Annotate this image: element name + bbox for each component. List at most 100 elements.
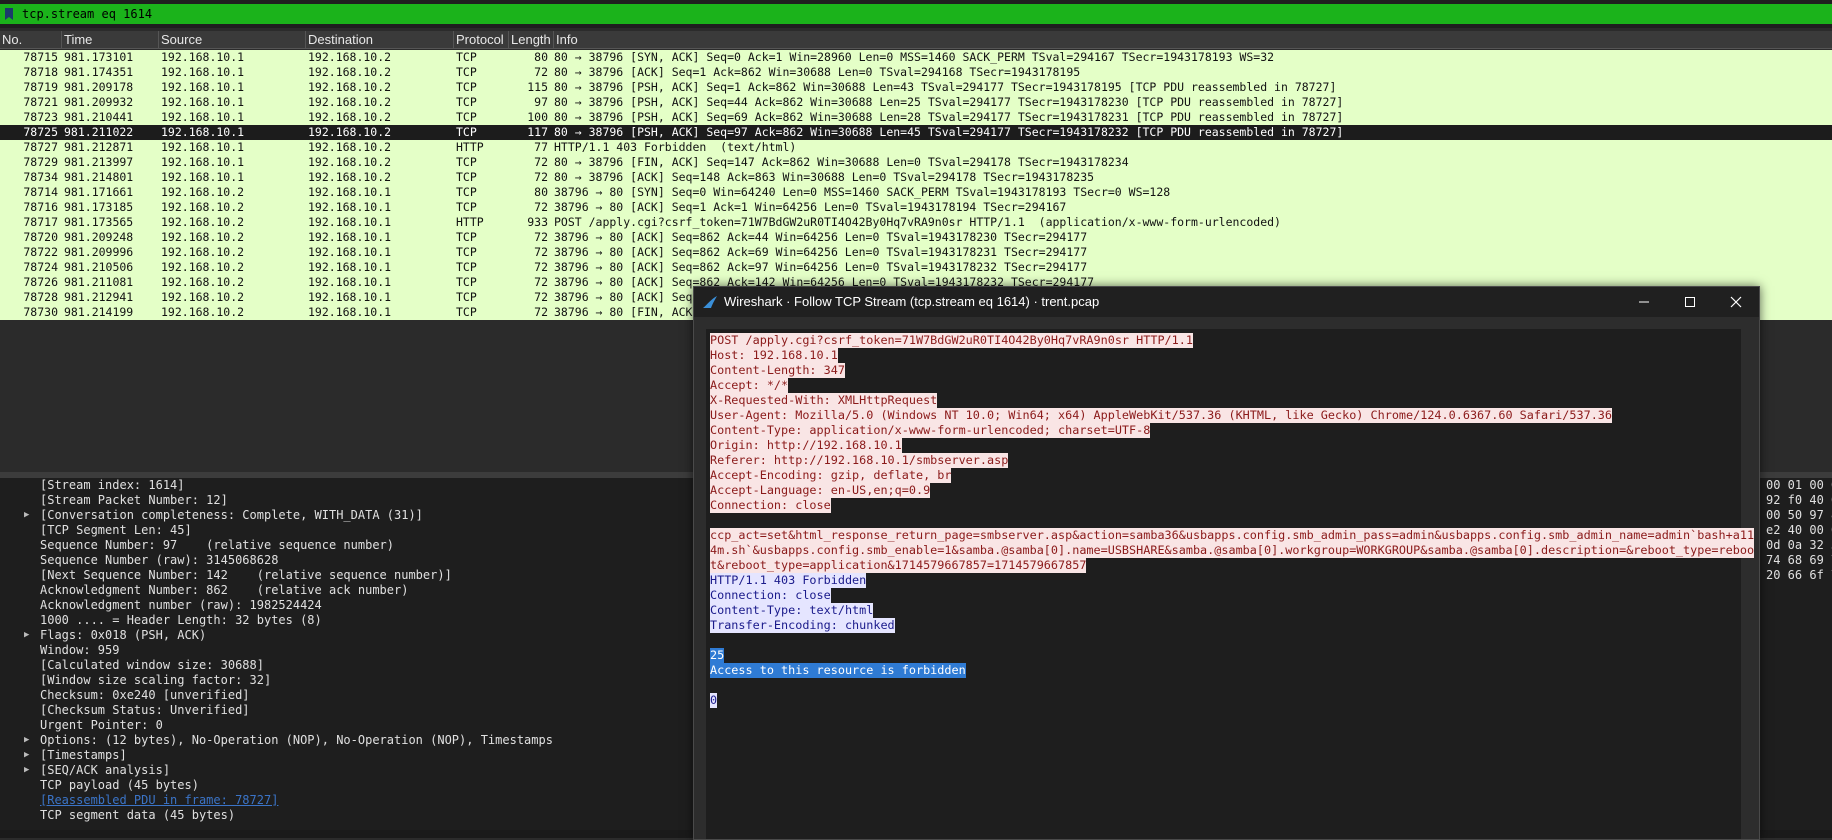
packet-cell-time: 981.209932 [64,95,134,109]
packet-cell-dst: 192.168.10.1 [308,305,392,319]
stream-content[interactable]: POST /apply.cgi?csrf_token=71W7BdGW2uR0T… [706,329,1755,839]
packet-row[interactable]: 78723 981.210441 192.168.10.1 192.168.10.2 T… [0,110,1832,125]
packet-row[interactable]: 78720 981.209248 192.168.10.2 192.168.10.1 T… [0,230,1832,245]
column-header-protocol[interactable]: Protocol [454,31,509,48]
expand-arrow-icon[interactable]: ▶ [24,628,29,643]
packet-cell-len: 72 [534,245,548,259]
detail-field: 1000 .... = Header Length: 32 bytes (8) [40,613,322,628]
expand-arrow-icon[interactable]: ▶ [24,763,29,778]
packet-cell-no: 78721 [23,95,58,109]
packet-cell-len: 72 [534,155,548,169]
packet-cell-dst: 192.168.10.2 [308,155,392,169]
detail-text: [Checksum Status: Unverified] [40,703,250,717]
packet-cell-proto: TCP [456,200,477,214]
hex-row: 0d 0a 32 3 [1766,538,1832,552]
packet-list[interactable]: 78715 981.173101 192.168.10.1 192.168.10.2 T… [0,49,1832,320]
detail-text: [Calculated window size: 30688] [40,658,264,672]
column-header-source[interactable]: Source [159,31,306,48]
packet-cell-no: 78730 [23,305,58,319]
detail-text: [Timestamps] [40,748,127,762]
column-header-info[interactable]: Info [554,31,1832,48]
packet-cell-time: 981.213997 [64,155,134,169]
packet-cell-time: 981.212871 [64,140,134,154]
packet-cell-proto: TCP [456,290,477,304]
client-stream-line: Accept-Encoding: gzip, deflate, br [710,468,952,483]
bookmark-icon[interactable] [2,5,16,23]
packet-cell-proto: TCP [456,275,477,289]
packet-cell-len: 80 [534,185,548,199]
maximize-button[interactable] [1667,287,1713,317]
detail-field[interactable]: ▶ [Timestamps] [24,748,127,763]
reassembled-pdu-link[interactable]: [Reassembled PDU in frame: 78727] [40,793,278,808]
packet-cell-len: 115 [527,80,548,94]
packet-cell-info: 38796 → 80 [ACK] Seq=862 Ack=97 Win=6425… [554,260,1088,274]
column-header-destination[interactable]: Destination [306,31,454,48]
expand-arrow-icon[interactable]: ▶ [24,748,29,763]
packet-cell-no: 78719 [23,80,58,94]
packet-cell-dst: 192.168.10.1 [308,185,392,199]
expand-arrow-icon[interactable]: ▶ [24,508,29,523]
column-header-time[interactable]: Time [62,31,159,48]
packet-cell-time: 981.209178 [64,80,134,94]
detail-text: Checksum: 0xe240 [unverified] [40,688,250,702]
packet-cell-src: 192.168.10.2 [161,245,245,259]
detail-field[interactable]: ▶ Flags: 0x018 (PSH, ACK) [24,628,207,643]
packet-cell-info: 38796 → 80 [ACK] Seq=862 Ack=69 Win=6425… [554,245,1088,259]
detail-text: TCP payload (45 bytes) [40,778,199,792]
minimize-icon [1639,301,1649,303]
packet-cell-dst: 192.168.10.1 [308,275,392,289]
minimize-button[interactable] [1621,287,1667,317]
packet-row[interactable]: 78727 981.212871 192.168.10.1 192.168.10.2 H… [0,140,1832,155]
detail-field: Urgent Pointer: 0 [40,718,163,733]
packet-cell-time: 981.173101 [64,50,134,64]
packet-bytes-pane[interactable]: 00 01 00 0 92 f0 40 0 00 50 97 8 e2 40 00 0… [1757,478,1832,838]
packet-cell-dst: 192.168.10.2 [308,140,392,154]
detail-field[interactable]: ▶ [SEQ/ACK analysis] [24,763,170,778]
packet-row[interactable]: 78718 981.174351 192.168.10.1 192.168.10.2 T… [0,65,1832,80]
detail-field: [TCP Segment Len: 45] [40,523,192,538]
detail-text: [Stream index: 1614] [40,478,185,492]
packet-row-selected[interactable]: 78725 981.211022 192.168.10.1 192.168.10.2 T… [0,125,1832,140]
packet-row[interactable]: 78722 981.209996 192.168.10.2 192.168.10.1 T… [0,245,1832,260]
detail-field[interactable]: ▶ Options: (12 bytes), No-Operation (NOP)… [24,733,553,748]
detail-text: [Next Sequence Number: 142 (relative seq… [40,568,452,582]
packet-cell-time: 981.211022 [64,125,134,139]
detail-field[interactable]: ▶ [Conversation completeness: Complete, W… [24,508,423,523]
packet-cell-time: 981.209248 [64,230,134,244]
packet-cell-dst: 192.168.10.1 [308,230,392,244]
packet-cell-len: 97 [534,95,548,109]
column-header-length[interactable]: Length [509,31,554,48]
detail-text: TCP segment data (45 bytes) [40,808,236,822]
close-button[interactable] [1713,287,1759,317]
packet-row[interactable]: 78717 981.173565 192.168.10.2 192.168.10.1 H… [0,215,1832,230]
packet-cell-proto: TCP [456,230,477,244]
packet-row[interactable]: 78729 981.213997 192.168.10.1 192.168.10.2 T… [0,155,1832,170]
packet-cell-no: 78729 [23,155,58,169]
dialog-titlebar[interactable]: Wireshark · Follow TCP Stream (tcp.strea… [694,287,1759,317]
hex-row: 00 50 97 8 [1766,508,1832,522]
packet-row[interactable]: 78719 981.209178 192.168.10.1 192.168.10.2 T… [0,80,1832,95]
packet-row[interactable]: 78721 981.209932 192.168.10.1 192.168.10.2 T… [0,95,1832,110]
packet-cell-no: 78716 [23,200,58,214]
packet-row[interactable]: 78716 981.173185 192.168.10.2 192.168.10.1 T… [0,200,1832,215]
packet-cell-info: 80 → 38796 [PSH, ACK] Seq=69 Ack=862 Win… [554,110,1344,124]
packet-row[interactable]: 78715 981.173101 192.168.10.1 192.168.10.2 T… [0,50,1832,65]
detail-text: Flags: 0x018 (PSH, ACK) [40,628,207,642]
close-icon [1730,296,1742,308]
column-header-no[interactable]: No. [0,31,62,48]
packet-row[interactable]: 78724 981.210506 192.168.10.2 192.168.10.1 T… [0,260,1832,275]
packet-cell-len: 117 [527,125,548,139]
packet-cell-dst: 192.168.10.2 [308,80,392,94]
packet-cell-proto: TCP [456,170,477,184]
packet-row[interactable]: 78734 981.214801 192.168.10.1 192.168.10.2 T… [0,170,1832,185]
packet-cell-src: 192.168.10.1 [161,95,245,109]
server-stream-line: 25 [710,648,725,663]
packet-cell-info: 80 → 38796 [PSH, ACK] Seq=44 Ack=862 Win… [554,95,1344,109]
detail-field: Sequence Number (raw): 3145068628 [40,553,278,568]
packet-cell-dst: 192.168.10.1 [308,215,392,229]
packet-cell-len: 72 [534,230,548,244]
display-filter-input[interactable]: tcp.stream eq 1614 [0,4,1832,24]
expand-arrow-icon[interactable]: ▶ [24,733,29,748]
packet-row[interactable]: 78714 981.171661 192.168.10.2 192.168.10.1 T… [0,185,1832,200]
packet-cell-no: 78720 [23,230,58,244]
